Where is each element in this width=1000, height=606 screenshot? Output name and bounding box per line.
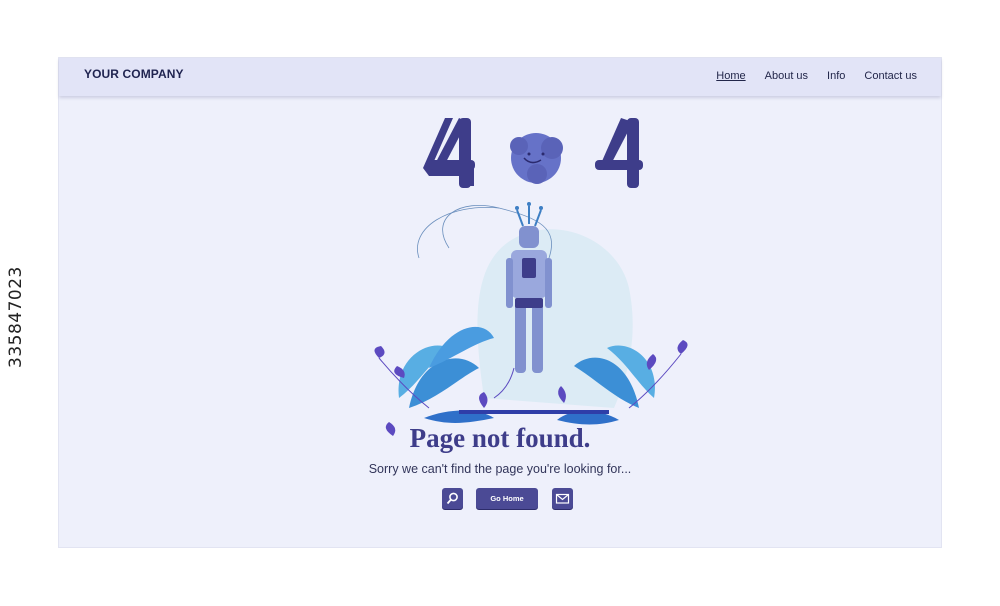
mail-icon [555, 493, 570, 504]
page-title: Page not found. [409, 423, 591, 453]
nav-about-us[interactable]: About us [765, 70, 808, 82]
search-icon [446, 492, 458, 505]
page-frame: YOUR COMPANY Home About us Info Contact … [59, 58, 941, 547]
nav-info[interactable]: Info [827, 70, 845, 82]
main-nav: Home About us Info Contact us [716, 70, 917, 82]
company-logo[interactable]: YOUR COMPANY [84, 67, 184, 81]
action-bar: Go Home [442, 488, 575, 510]
page-subtitle: Sorry we can't find the page you're look… [368, 462, 632, 476]
go-home-button[interactable]: Go Home [476, 488, 538, 509]
ground-strip [459, 410, 609, 414]
nav-home[interactable]: Home [716, 70, 745, 82]
navbar: YOUR COMPANY Home About us Info Contact … [59, 58, 941, 96]
search-button[interactable] [442, 488, 463, 509]
stock-id: 335847023 [6, 266, 26, 368]
404-illustration [374, 118, 688, 436]
mail-button[interactable] [552, 488, 573, 509]
planet-icon [510, 133, 563, 184]
nav-contact-us[interactable]: Contact us [864, 70, 917, 82]
